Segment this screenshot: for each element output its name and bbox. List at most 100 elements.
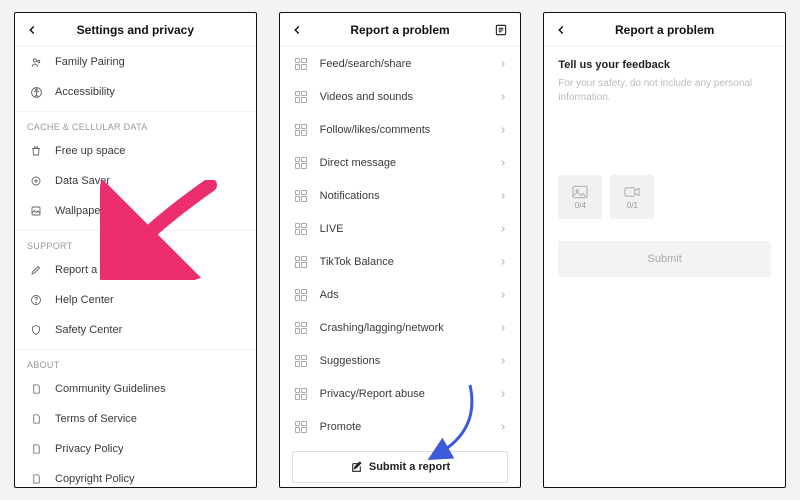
category-row[interactable]: Follow/likes/comments xyxy=(280,113,521,146)
image-icon xyxy=(571,185,589,199)
grid-icon xyxy=(292,355,310,367)
submit-report-button[interactable]: Submit a report xyxy=(292,451,509,483)
category-row[interactable]: TikTok Balance xyxy=(280,245,521,278)
category-row[interactable]: Privacy/Report abuse xyxy=(280,377,521,410)
category-label: Ads xyxy=(320,289,339,301)
attachment-row: 0/4 0/1 xyxy=(544,105,785,219)
compose-icon xyxy=(350,461,363,474)
row-accessibility[interactable]: Accessibility xyxy=(15,77,256,107)
row-wallpaper[interactable]: Wallpaper xyxy=(15,196,256,226)
grid-icon xyxy=(292,157,310,169)
pencil-icon xyxy=(27,264,45,276)
section-about: ABOUT xyxy=(15,349,256,374)
category-label: Crashing/lagging/network xyxy=(320,322,444,334)
grid-icon xyxy=(292,256,310,268)
row-label: Community Guidelines xyxy=(55,383,166,395)
chevron-right-icon xyxy=(498,224,508,234)
row-label: Privacy Policy xyxy=(55,443,123,455)
category-label: Follow/likes/comments xyxy=(320,124,431,136)
category-row[interactable]: Crashing/lagging/network xyxy=(280,311,521,344)
page-title: Report a problem xyxy=(350,23,449,37)
row-label: Free up space xyxy=(55,145,125,157)
row-label: Terms of Service xyxy=(55,413,137,425)
row-terms-of-service[interactable]: Terms of Service xyxy=(15,404,256,434)
chevron-right-icon xyxy=(498,125,508,135)
wallpaper-icon xyxy=(27,205,45,217)
category-label: Privacy/Report abuse xyxy=(320,388,425,400)
attach-image-button[interactable]: 0/4 xyxy=(558,175,602,219)
category-row[interactable]: Videos and sounds xyxy=(280,80,521,113)
grid-icon xyxy=(292,421,310,433)
chevron-right-icon xyxy=(498,389,508,399)
category-row[interactable]: Feed/search/share xyxy=(280,47,521,80)
chevron-right-icon xyxy=(498,290,508,300)
grid-icon xyxy=(292,124,310,136)
shield-icon xyxy=(27,324,45,336)
feedback-label: Tell us your feedback xyxy=(544,47,785,77)
report-categories-screen: Report a problem Feed/search/share Videos… xyxy=(279,12,522,488)
category-label: Promote xyxy=(320,421,362,433)
section-support: SUPPORT xyxy=(15,230,256,255)
doc-icon xyxy=(27,383,45,395)
row-label: Accessibility xyxy=(55,86,115,98)
row-family-pairing[interactable]: Family Pairing xyxy=(15,47,256,77)
section-cache: CACHE & CELLULAR DATA xyxy=(15,111,256,136)
category-label: Notifications xyxy=(320,190,380,202)
feedback-textarea[interactable]: For your safety, do not include any pers… xyxy=(544,77,785,105)
row-report-a-problem[interactable]: Report a Problem xyxy=(15,255,256,285)
category-row[interactable]: Promote xyxy=(280,410,521,443)
chevron-right-icon xyxy=(498,257,508,267)
back-button[interactable] xyxy=(546,13,576,47)
grid-icon xyxy=(292,91,310,103)
row-label: Copyright Policy xyxy=(55,473,134,485)
settings-screen: Settings and privacy Family Pairing Acce… xyxy=(14,12,257,488)
submit-label: Submit xyxy=(648,253,682,265)
row-community-guidelines[interactable]: Community Guidelines xyxy=(15,374,256,404)
row-label: Help Center xyxy=(55,294,114,306)
row-copyright-policy[interactable]: Copyright Policy xyxy=(15,464,256,488)
chevron-right-icon xyxy=(498,59,508,69)
category-label: TikTok Balance xyxy=(320,256,394,268)
history-button[interactable] xyxy=(486,13,516,47)
submit-report-label: Submit a report xyxy=(369,461,450,473)
datasaver-icon xyxy=(27,175,45,187)
category-row[interactable]: Notifications xyxy=(280,179,521,212)
grid-icon xyxy=(292,289,310,301)
chevron-right-icon xyxy=(498,191,508,201)
chevron-right-icon xyxy=(498,158,508,168)
row-label: Safety Center xyxy=(55,324,122,336)
back-button[interactable] xyxy=(17,13,47,47)
category-label: Feed/search/share xyxy=(320,58,412,70)
header: Settings and privacy xyxy=(15,13,256,47)
row-free-up-space[interactable]: Free up space xyxy=(15,136,256,166)
back-button[interactable] xyxy=(282,13,312,47)
family-icon xyxy=(27,56,45,69)
header: Report a problem xyxy=(544,13,785,47)
grid-icon xyxy=(292,58,310,70)
category-row[interactable]: LIVE xyxy=(280,212,521,245)
attach-video-button[interactable]: 0/1 xyxy=(610,175,654,219)
row-privacy-policy[interactable]: Privacy Policy xyxy=(15,434,256,464)
row-label: Data Saver xyxy=(55,175,110,187)
help-icon xyxy=(27,294,45,306)
category-row[interactable]: Suggestions xyxy=(280,344,521,377)
trash-icon xyxy=(27,145,45,157)
grid-icon xyxy=(292,388,310,400)
doc-icon xyxy=(27,413,45,425)
submit-button[interactable]: Submit xyxy=(558,241,771,277)
row-help-center[interactable]: Help Center xyxy=(15,285,256,315)
row-data-saver[interactable]: Data Saver xyxy=(15,166,256,196)
page-title: Settings and privacy xyxy=(77,23,194,37)
page-title: Report a problem xyxy=(615,23,714,37)
chevron-left-icon xyxy=(25,23,39,37)
attach-image-count: 0/4 xyxy=(575,201,586,210)
row-safety-center[interactable]: Safety Center xyxy=(15,315,256,345)
category-row[interactable]: Direct message xyxy=(280,146,521,179)
row-label: Family Pairing xyxy=(55,56,125,68)
attach-video-count: 0/1 xyxy=(627,201,638,210)
chevron-right-icon xyxy=(498,422,508,432)
grid-icon xyxy=(292,223,310,235)
category-label: Videos and sounds xyxy=(320,91,413,103)
category-row[interactable]: Ads xyxy=(280,278,521,311)
row-label: Report a Problem xyxy=(55,264,141,276)
